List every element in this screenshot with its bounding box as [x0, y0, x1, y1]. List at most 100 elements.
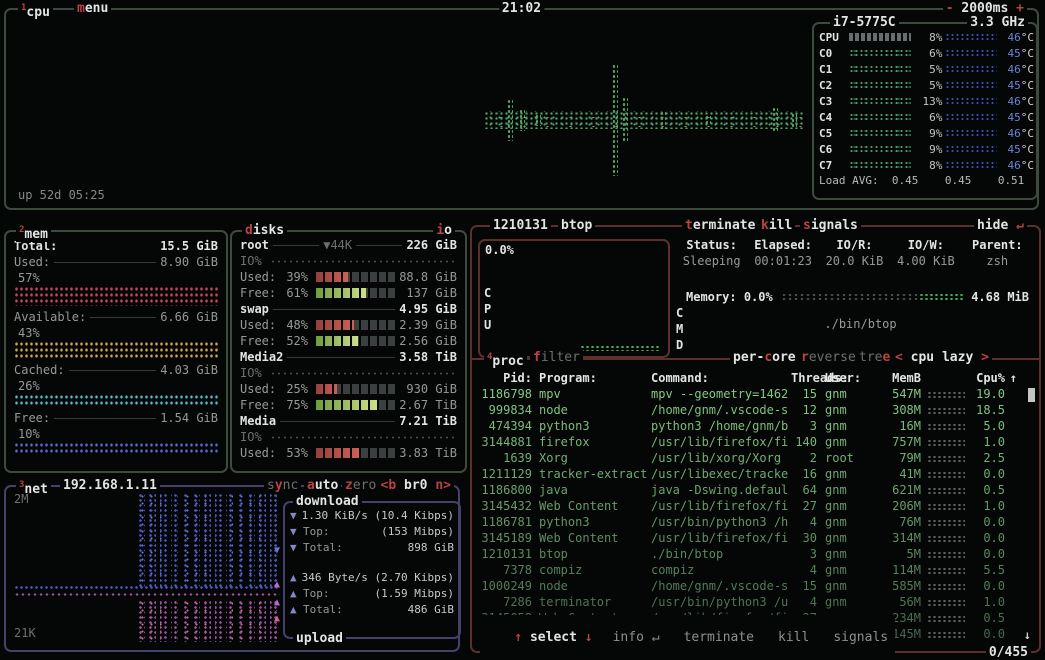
process-mem-graph	[927, 407, 965, 414]
process-command: /usr/lib/firefox/fi	[651, 434, 791, 450]
menu-button[interactable]: menu	[74, 1, 111, 16]
col-program[interactable]: Program:	[539, 370, 651, 386]
disk-name-row: root▼44K226 GiB	[240, 237, 457, 253]
proc-title[interactable]: 4proc	[484, 350, 527, 369]
info-button[interactable]: info ↵	[609, 630, 664, 645]
core-usage-graph	[849, 65, 911, 74]
upload-total: ▲Total:486 GiB	[285, 602, 459, 618]
sort-direction-icon[interactable]: ↑	[1005, 370, 1017, 386]
interval-decrease-button[interactable]: -	[946, 1, 954, 16]
process-mem-graph	[927, 487, 965, 494]
net-auto-toggle[interactable]: auto	[304, 478, 341, 493]
process-cpu: 0.0	[969, 530, 1005, 546]
process-row[interactable]: 1186798 mpv mpv --geometry=1462 15 gnm 5…	[472, 386, 1039, 402]
signals-footer-button[interactable]: signals	[829, 630, 892, 645]
process-row[interactable]: 3145189 Web Content /usr/lib/firefox/fi …	[472, 530, 1039, 546]
memory-box-title[interactable]: 2mem	[16, 223, 51, 242]
net-interface-switcher[interactable]: <b br0 n>	[378, 478, 454, 493]
process-user: gnm	[825, 530, 877, 546]
process-row[interactable]: 7286 terminator /usr/bin/python3 /u 4 gn…	[472, 594, 1039, 610]
process-mem: 56M	[877, 594, 921, 610]
process-row[interactable]: 1186781 python3 /usr/bin/python3 /h 4 gn…	[472, 514, 1039, 530]
process-row[interactable]: 3144881 firefox /usr/lib/firefox/fi 140 …	[472, 434, 1039, 450]
select-up-icon[interactable]: ↑	[514, 630, 522, 645]
core-usage: 6%	[913, 47, 943, 60]
per-core-toggle[interactable]: per-core	[730, 350, 799, 365]
network-stats-panel: download upload ▼1.30 KiB/s (10.4 Kibps)…	[283, 501, 461, 639]
terminate-button[interactable]: terminate	[682, 218, 758, 233]
detail-info-value: Sleeping	[676, 253, 747, 269]
cpu-model: i7-5775C	[830, 15, 899, 30]
upload-graph	[138, 600, 280, 642]
process-program: python3	[539, 514, 651, 530]
col-command[interactable]: Command:	[651, 370, 791, 386]
col-cpu[interactable]: Cpu%	[969, 370, 1005, 386]
process-row[interactable]: 999834 node /home/gnm/.vscode-s 12 gnm 3…	[472, 402, 1039, 418]
tree-toggle[interactable]: tree	[856, 350, 893, 365]
col-memb[interactable]: MemB	[877, 370, 921, 386]
process-program: Web Content	[539, 498, 651, 514]
col-threads[interactable]: Threads:	[791, 370, 817, 386]
cpu-core-row: C4 6% 45°C	[814, 109, 1036, 125]
process-user: gnm	[825, 434, 877, 450]
core-label: C0	[819, 47, 849, 60]
process-list: 1186798 mpv mpv --geometry=1462 15 gnm 5…	[472, 386, 1039, 642]
terminate-footer-button[interactable]: terminate	[680, 630, 758, 645]
net-sync-toggle[interactable]: sync	[264, 478, 301, 493]
process-row[interactable]: 1639 Xorg /usr/lib/xorg/Xorg 2 root 79M …	[472, 450, 1039, 466]
core-label: C7	[819, 159, 849, 172]
cpu-box-title[interactable]: 1cpu	[18, 1, 53, 20]
process-user: gnm	[825, 402, 877, 418]
process-mem-graph	[927, 519, 965, 526]
reverse-toggle[interactable]: reverse	[798, 350, 859, 365]
process-row[interactable]: 1186800 java java -Dswing.defaul 64 gnm …	[472, 482, 1039, 498]
process-pid: 3144881	[478, 434, 532, 450]
upload-arrow-icon: ▲	[274, 597, 280, 608]
cpu-graph-spike	[535, 114, 541, 126]
detail-info-value: zsh	[962, 253, 1033, 269]
process-row[interactable]: 1211129 tracker-extract /usr/libexec/tra…	[472, 466, 1039, 482]
col-user[interactable]: User:	[825, 370, 877, 386]
process-user: gnm	[825, 578, 877, 594]
col-pid[interactable]: Pid:	[478, 370, 532, 386]
process-cpu: 1.0	[969, 498, 1005, 514]
sort-selector[interactable]: < cpu lazy >	[892, 350, 992, 365]
upload-speed: ▲346 Byte/s (2.70 Kibps)	[285, 570, 459, 586]
disks-box-title[interactable]: disks	[242, 223, 287, 238]
process-row[interactable]: 7378 compiz compiz 4 gnm 114M 5.5	[472, 562, 1039, 578]
detail-cpu-vertical-label: CPU	[484, 285, 494, 333]
filter-button[interactable]: filter	[530, 350, 583, 365]
cpu-frequency: 3.3 GHz	[967, 15, 1028, 30]
disk-free-row: Free:75%2.67 TiB	[240, 397, 457, 413]
net-scale-top: 2M	[14, 492, 28, 506]
disk-used-meter	[316, 272, 396, 282]
signals-button[interactable]: signals	[800, 218, 861, 233]
select-down-icon[interactable]: ↓	[585, 630, 593, 645]
io-mode-toggle[interactable]: io	[433, 223, 455, 238]
cpu-box: 1cpu menu 21:02 - 2000ms + i7-5775C 3.3 …	[4, 8, 1039, 210]
kill-button[interactable]: kill	[758, 218, 795, 233]
process-program: Xorg	[539, 450, 651, 466]
scrollbar-thumb[interactable]	[1028, 388, 1035, 402]
cpu-core-row: C7 8% 46°C	[814, 157, 1036, 173]
disks-box: disks io root▼44K226 GiB IO% Used:39%88.…	[230, 230, 467, 473]
process-row[interactable]: 1000249 node /home/gnm/.vscode-s 15 gnm …	[472, 578, 1039, 594]
process-row[interactable]: 3145432 Web Content /usr/lib/firefox/fi …	[472, 498, 1039, 514]
process-cpu: 5.5	[969, 562, 1005, 578]
process-row[interactable]: 474394 python3 python3 /home/gnm/b 3 gnm…	[472, 418, 1039, 434]
interval-increase-button[interactable]: +	[1016, 1, 1024, 16]
scroll-down-icon[interactable]: ↓	[1024, 628, 1031, 642]
process-cpu: 0.5	[969, 482, 1005, 498]
process-command: mpv --geometry=1462	[651, 386, 791, 402]
down-arrow-icon: ▼	[290, 540, 303, 556]
process-row[interactable]: 1210131 btop ./bin/btop 3 gnm 5M 0.0	[472, 546, 1039, 562]
detail-memory-graph	[781, 293, 963, 301]
cpu-core-row: C3 13% 46°C	[814, 93, 1036, 109]
up-arrow-icon: ▲	[290, 570, 302, 586]
download-top: ▼Top:(153 Mibps)	[285, 524, 459, 540]
memory-stat: Cached:4.03 GiB 26%	[14, 362, 218, 407]
hide-button[interactable]: hide ↵	[974, 218, 1027, 233]
kill-footer-button[interactable]: kill	[774, 630, 813, 645]
process-mem: 308M	[877, 402, 921, 418]
net-zero-toggle[interactable]: zero	[342, 478, 379, 493]
